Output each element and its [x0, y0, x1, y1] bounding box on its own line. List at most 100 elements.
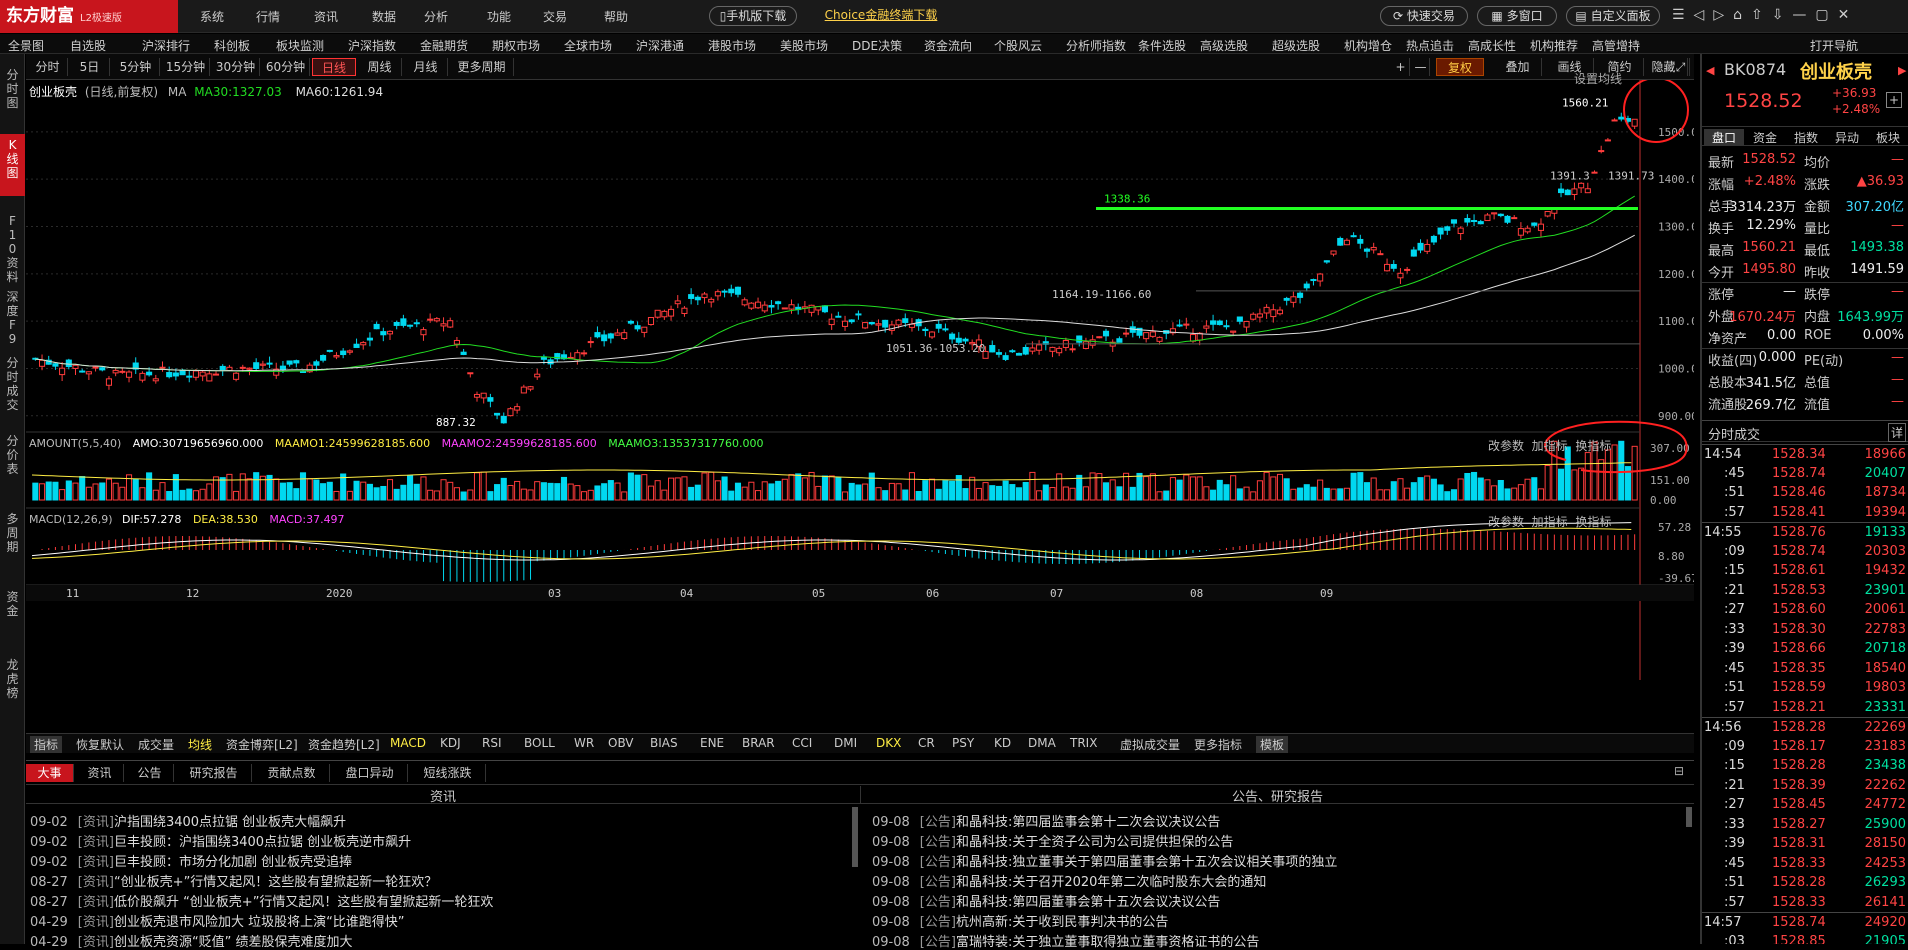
- indicator-tab[interactable]: KDJ: [440, 736, 461, 750]
- zoom-in-icon[interactable]: +: [1392, 58, 1410, 76]
- nav-item[interactable]: 金融期货: [420, 37, 468, 54]
- nav-item[interactable]: 打开导航: [1810, 37, 1858, 54]
- period-3[interactable]: 15分钟: [162, 58, 210, 76]
- period-4[interactable]: 30分钟: [212, 58, 260, 76]
- amount-actions[interactable]: 改参数 加指标 换指标: [1488, 437, 1611, 454]
- choice-download-link[interactable]: Choice金融终端下载: [822, 6, 940, 26]
- indicator-tab[interactable]: WR: [574, 736, 594, 750]
- news-item[interactable]: 09-02 [资讯]巨丰投顾：市场分化加剧 创业板壳受追捧: [30, 851, 352, 870]
- notice-item[interactable]: 09-08 [公告]和晶科技:关于召开2020年第二次临时股东大会的通知: [872, 871, 1266, 890]
- nav-item[interactable]: 分析师指数: [1066, 37, 1126, 54]
- rail-tab[interactable]: 分价表: [0, 434, 25, 476]
- indicator-tab[interactable]: 虚拟成交量: [1120, 736, 1180, 753]
- nav-item[interactable]: 机构增仓: [1344, 37, 1392, 54]
- bottom-tab[interactable]: 研究报告: [176, 764, 252, 782]
- nav-item[interactable]: 高管增持: [1592, 37, 1640, 54]
- notice-item[interactable]: 09-08 [公告]和晶科技:关于全资子公司为公司提供担保的公告: [872, 831, 1233, 850]
- kline-chart[interactable]: 1500.00 1400.00 1300.00 1200.00 1100.00 1000.…: [26, 72, 1704, 728]
- prev-arrow-icon[interactable]: ◀: [1706, 64, 1714, 77]
- nav-item[interactable]: 个股风云: [994, 37, 1042, 54]
- indicator-tab[interactable]: DMA: [1028, 736, 1056, 750]
- rail-tab[interactable]: K线图: [0, 134, 25, 196]
- news-item[interactable]: 09-02 [资讯]巨丰投顾：沪指围绕3400点拉锯 创业板壳逆市飙升: [30, 831, 411, 850]
- news-scrollbar[interactable]: [852, 807, 858, 867]
- indicator-tab[interactable]: 成交量: [138, 736, 174, 753]
- nav-item[interactable]: 热点追击: [1406, 37, 1454, 54]
- indicator-tab[interactable]: BIAS: [650, 736, 678, 750]
- indicator-tab[interactable]: BOLL: [524, 736, 555, 750]
- period-8[interactable]: 月线: [404, 58, 448, 76]
- ma-settings-link[interactable]: 设置均线: [1574, 70, 1622, 87]
- indicator-tab[interactable]: DKX: [876, 736, 901, 750]
- indicator-tab[interactable]: TRIX: [1070, 736, 1097, 750]
- rail-tab[interactable]: 分时成交: [0, 356, 25, 412]
- quote-tab[interactable]: 板块: [1868, 129, 1908, 146]
- nav-item[interactable]: 美股市场: [780, 37, 828, 54]
- top-menu-item[interactable]: 行情: [256, 8, 280, 25]
- top-menu-item[interactable]: 资讯: [314, 8, 338, 25]
- next-arrow-icon[interactable]: ▶: [1898, 64, 1906, 77]
- nav-item[interactable]: 沪深指数: [348, 37, 396, 54]
- quote-tab[interactable]: 指数: [1786, 129, 1826, 146]
- chart-svg[interactable]: 1500.00 1400.00 1300.00 1200.00 1100.00 1000.…: [26, 77, 1704, 728]
- add-watch-icon[interactable]: +: [1886, 92, 1902, 108]
- window-icons[interactable]: ☰◁▷⌂⇧⇩—▢✕: [1672, 7, 1858, 23]
- indicator-tab[interactable]: 指标: [30, 736, 63, 753]
- rail-tab[interactable]: 深度F9: [0, 290, 25, 346]
- indicator-tab[interactable]: PSY: [952, 736, 974, 750]
- indicator-tab[interactable]: OBV: [608, 736, 634, 750]
- macd-actions[interactable]: 改参数 加指标 换指标: [1488, 513, 1611, 530]
- nav-item[interactable]: 自选股: [70, 37, 106, 54]
- bottom-tab[interactable]: 公告: [126, 764, 174, 782]
- rail-tab[interactable]: 龙虎榜: [0, 658, 25, 700]
- indicator-tab[interactable]: RSI: [482, 736, 502, 750]
- nav-item[interactable]: 机构推荐: [1530, 37, 1578, 54]
- indicator-tab[interactable]: ENE: [700, 736, 724, 750]
- toolbar-right-0[interactable]: 复权: [1436, 58, 1484, 76]
- indicator-tab[interactable]: 均线: [188, 736, 212, 753]
- top-menu-item[interactable]: 帮助: [604, 8, 628, 25]
- bottom-tab[interactable]: 贡献点数: [254, 764, 330, 782]
- period-1[interactable]: 5日: [70, 58, 110, 76]
- nav-item[interactable]: 资金流向: [924, 37, 972, 54]
- period-2[interactable]: 5分钟: [112, 58, 160, 76]
- news-item[interactable]: 04-29 [资讯]创业板壳退市风险加大 垃圾股将上演“比谁跑得快”: [30, 911, 405, 930]
- period-9[interactable]: 更多周期: [450, 58, 514, 76]
- top-menu-item[interactable]: 数据: [372, 8, 396, 25]
- indicator-tab[interactable]: CCI: [792, 736, 812, 750]
- rail-tab[interactable]: 多周期: [0, 512, 25, 554]
- fullscreen-icon[interactable]: ⤢: [1672, 58, 1690, 76]
- bottom-tab[interactable]: 盘口异动: [332, 764, 408, 782]
- period-6[interactable]: 日线: [312, 58, 356, 76]
- indicator-tab[interactable]: 资金博弈[L2]: [226, 736, 298, 753]
- nav-item[interactable]: 全球市场: [564, 37, 612, 54]
- news-item[interactable]: 08-27 [资讯]低价股飙升 “创业板壳+”行情又起风！这些股有望掀起新一轮狂欢: [30, 891, 493, 910]
- notice-item[interactable]: 09-08 [公告]和晶科技:第四届董事会第十五次会议决议公告: [872, 891, 1220, 910]
- notice-item[interactable]: 09-08 [公告]和晶科技:第四届监事会第十二次会议决议公告: [872, 811, 1220, 830]
- indicator-tab[interactable]: KD: [994, 736, 1011, 750]
- rail-tab[interactable]: F10资料: [0, 214, 25, 284]
- zoom-out-icon[interactable]: —: [1412, 58, 1430, 76]
- nav-item[interactable]: 条件选股: [1138, 37, 1186, 54]
- news-item[interactable]: 09-02 [资讯]沪指围绕3400点拉锯 创业板壳大幅飙升: [30, 811, 346, 830]
- nav-item[interactable]: 高级选股: [1200, 37, 1248, 54]
- indicator-tab[interactable]: 资金趋势[L2]: [308, 736, 380, 753]
- period-7[interactable]: 周线: [358, 58, 402, 76]
- mobile-download-button[interactable]: ▯手机版下载: [709, 6, 797, 26]
- quote-tab[interactable]: 盘口: [1704, 129, 1744, 146]
- notice-item[interactable]: 09-08 [公告]富瑞特装:关于独立董事取得独立董事资格证书的公告: [872, 931, 1259, 950]
- bottom-tab[interactable]: 短线涨跌: [410, 764, 486, 782]
- quote-tab[interactable]: 异动: [1827, 129, 1867, 146]
- nav-item[interactable]: 沪深港通: [636, 37, 684, 54]
- top-menu-item[interactable]: 功能: [487, 8, 511, 25]
- rail-tab[interactable]: 分时图: [0, 68, 25, 110]
- indicator-tab[interactable]: MACD: [390, 736, 426, 750]
- nav-item[interactable]: 科创板: [214, 37, 250, 54]
- indicator-tab[interactable]: BRAR: [742, 736, 775, 750]
- indicator-tab[interactable]: 恢复默认: [76, 736, 124, 753]
- indicator-tab[interactable]: 更多指标: [1194, 736, 1242, 753]
- bottom-tab[interactable]: 大事: [26, 764, 74, 782]
- custom-panel-button[interactable]: ▤ 自定义面板: [1566, 6, 1660, 26]
- indicator-tab[interactable]: CR: [918, 736, 935, 750]
- nav-item[interactable]: 全景图: [8, 37, 44, 54]
